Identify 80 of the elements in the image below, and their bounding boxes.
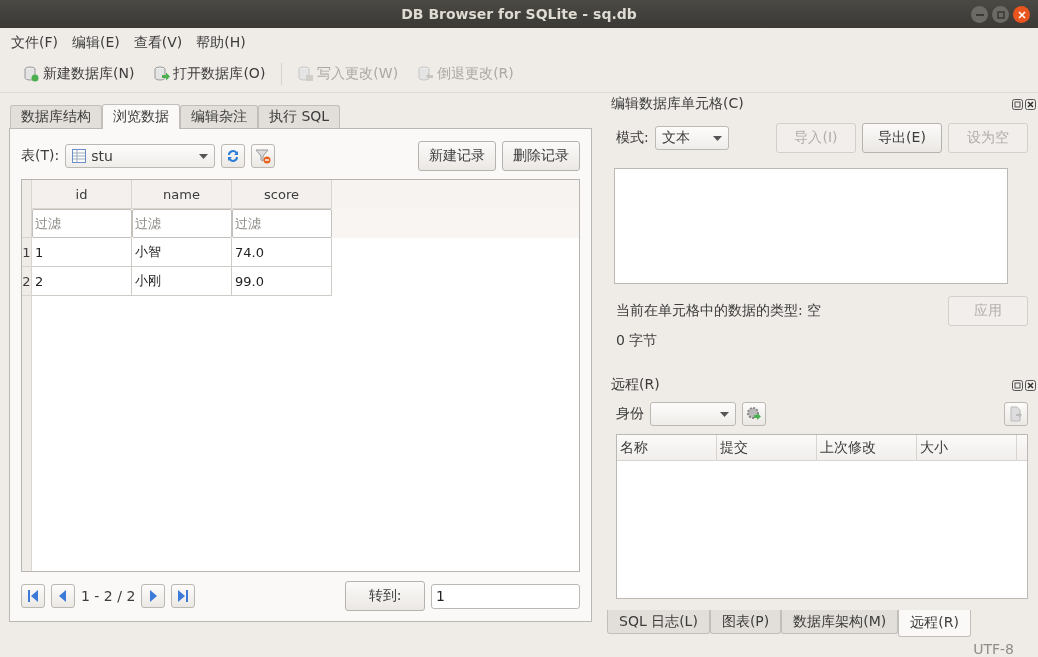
- triangle-left-icon: [57, 589, 69, 603]
- tab[interactable]: 编辑杂注: [180, 105, 258, 128]
- toolbar-button[interactable]: 新建数据库(N): [16, 65, 143, 84]
- filter-field[interactable]: 过滤: [232, 209, 332, 238]
- filter-field[interactable]: 过滤: [132, 209, 232, 238]
- minimize-icon: [975, 13, 984, 16]
- caret-icon: [199, 153, 209, 159]
- column-header[interactable]: 大小: [917, 435, 1017, 460]
- column-header[interactable]: 上次修改: [817, 435, 917, 460]
- table-cell: 小刚: [132, 267, 232, 296]
- close-button[interactable]: [1013, 6, 1030, 23]
- panel-title: 远程(R): [611, 376, 660, 394]
- identity-label: 身份: [616, 405, 644, 423]
- skip-back-icon: [27, 589, 39, 603]
- cell-editor[interactable]: [614, 168, 1008, 284]
- column-header[interactable]: 提交: [717, 435, 817, 460]
- table-icon: [72, 149, 87, 163]
- mode-label: 模式:: [616, 129, 649, 147]
- database-add-icon: [24, 66, 40, 83]
- float-icon[interactable]: [1012, 98, 1023, 110]
- panel-title: 编辑数据库单元格(C): [611, 95, 744, 113]
- table-cell: 小智: [132, 238, 232, 267]
- page-info: 1 - 2 / 2: [81, 588, 136, 604]
- menu-item[interactable]: 文件(F): [4, 33, 65, 52]
- previous-page-button[interactable]: [51, 584, 75, 608]
- close-icon[interactable]: [1025, 98, 1036, 110]
- table-cell: 74.0: [232, 238, 332, 267]
- menu-item[interactable]: 查看(V): [126, 33, 190, 52]
- goto-field[interactable]: 1: [431, 583, 580, 609]
- data-size-info: 0 字节: [616, 332, 659, 350]
- row-number: 1: [22, 238, 31, 267]
- column-header[interactable]: name: [132, 180, 232, 209]
- database-save-icon: [298, 66, 315, 83]
- clear-filter-button[interactable]: [251, 144, 276, 168]
- database-undo-icon: [418, 66, 435, 83]
- encoding-status: UTF-8: [973, 641, 1014, 657]
- menu-item[interactable]: 编辑(E): [65, 33, 127, 52]
- last-page-button[interactable]: [171, 584, 196, 608]
- skip-forward-icon: [177, 589, 190, 603]
- toolbar-button[interactable]: 打开数据库(O): [146, 65, 274, 84]
- tab[interactable]: 远程(R): [898, 610, 971, 637]
- filter-field[interactable]: 过滤: [32, 209, 132, 238]
- menu-item[interactable]: 帮助(H): [189, 33, 253, 52]
- table-cell: 1: [32, 238, 132, 267]
- column-header[interactable]: score: [232, 180, 332, 209]
- tab[interactable]: SQL 日志(L): [607, 610, 710, 634]
- next-page-button[interactable]: [141, 584, 166, 608]
- caret-icon: [712, 135, 722, 141]
- column-header[interactable]: id: [32, 180, 132, 209]
- table-dropdown[interactable]: stu: [65, 144, 216, 168]
- close-icon: [1017, 10, 1026, 19]
- document-icon: [1009, 406, 1023, 422]
- row-number: 2: [22, 267, 31, 296]
- minimize-button[interactable]: [971, 6, 988, 23]
- tab[interactable]: 图表(P): [709, 610, 782, 634]
- database-arrow-icon: [154, 66, 171, 83]
- gear-icon: [746, 406, 762, 422]
- table-cell: 99.0: [232, 267, 332, 296]
- tab[interactable]: 数据库结构: [10, 105, 102, 128]
- window-title: DB Browser for SQLite - sq.db: [401, 6, 637, 23]
- maximize-icon: [996, 10, 1005, 19]
- data-type-info: 当前在单元格中的数据的类型: 空: [616, 302, 822, 320]
- table-cell: 2: [32, 267, 132, 296]
- goto-button[interactable]: 转到:: [345, 581, 425, 611]
- tab[interactable]: 数据库架构(M): [781, 610, 899, 634]
- table-label: 表(T):: [21, 147, 60, 165]
- caret-icon: [720, 411, 729, 417]
- tab[interactable]: 执行 SQL: [258, 105, 341, 128]
- tab[interactable]: 浏览数据: [102, 104, 180, 129]
- first-page-button[interactable]: [21, 584, 45, 608]
- refresh-button[interactable]: [221, 144, 246, 168]
- filter-icon: [255, 148, 272, 164]
- record-button[interactable]: 删除记录: [502, 141, 580, 171]
- cell-button[interactable]: 导出(E): [862, 123, 942, 153]
- float-icon[interactable]: [1012, 379, 1023, 391]
- gear-button[interactable]: [742, 402, 766, 426]
- close-icon[interactable]: [1025, 379, 1036, 391]
- mode-dropdown[interactable]: 文本: [654, 126, 729, 150]
- column-header[interactable]: 名称: [617, 435, 717, 460]
- record-button[interactable]: 新建记录: [418, 141, 496, 171]
